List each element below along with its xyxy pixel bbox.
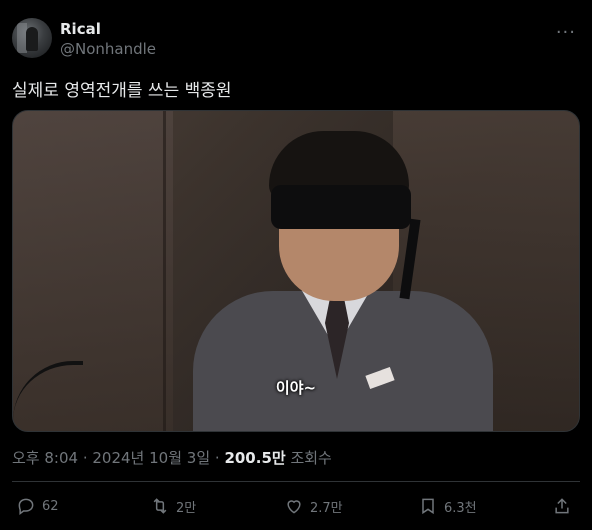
video-subtitle: 이야~ <box>275 379 317 397</box>
share-icon <box>555 498 569 514</box>
tweet-meta: 오후 8:04 · 2024년 10월 3일 · 200.5만 조회수 <box>12 447 332 468</box>
retweet-button[interactable]: 2만 <box>150 496 196 516</box>
tweet-time[interactable]: 오후 8:04 <box>12 449 78 467</box>
like-count: 2.7만 <box>310 500 343 516</box>
retweet-icon <box>153 498 167 514</box>
avatar-figure <box>26 27 38 51</box>
tweet-media-image[interactable]: 이야~ <box>12 110 580 432</box>
bookmark-button[interactable]: 6.3천 <box>418 496 477 516</box>
bookmark-count: 6.3천 <box>444 500 477 516</box>
share-button[interactable] <box>552 496 572 516</box>
action-bar: 62 2만 2.7만 6.3천 <box>12 494 580 522</box>
more-dots-icon[interactable]: ··· <box>556 22 576 43</box>
like-button[interactable]: 2.7만 <box>284 496 343 516</box>
tweet-date[interactable]: 2024년 10월 3일 <box>92 449 210 467</box>
view-label: 조회수 <box>285 449 332 467</box>
bookmark-icon <box>422 498 434 515</box>
meta-separator: · <box>210 449 225 467</box>
reply-count: 62 <box>42 498 59 514</box>
reply-button[interactable]: 62 <box>16 496 59 516</box>
heart-icon <box>287 500 301 514</box>
reply-icon <box>18 498 34 515</box>
blindfold <box>271 185 411 229</box>
avatar[interactable] <box>12 18 52 58</box>
author-name[interactable]: Rical <box>60 20 101 38</box>
divider <box>12 481 580 482</box>
view-count: 200.5만 <box>224 449 286 467</box>
retweet-count: 2만 <box>176 500 197 516</box>
meta-separator: · <box>78 449 93 467</box>
tweet-header: Rical @Nonhandle ··· <box>12 16 580 60</box>
blindfold-tail <box>399 218 421 300</box>
author-handle[interactable]: @Nonhandle <box>60 40 156 58</box>
tweet-text: 실제로 영역전개를 쓰는 백종원 <box>12 81 232 101</box>
